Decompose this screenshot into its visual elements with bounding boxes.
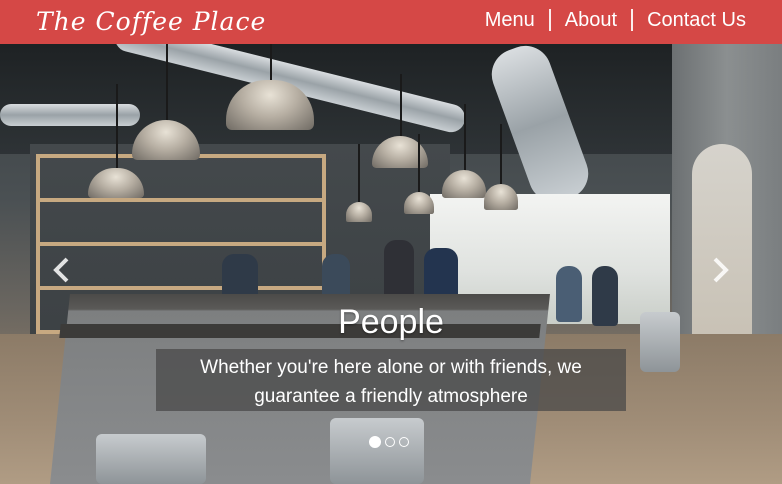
nav-divider bbox=[548, 9, 551, 31]
page: The Coffee Place Menu About Contact Us P… bbox=[0, 0, 782, 484]
nav-about-link[interactable]: About bbox=[565, 6, 617, 34]
nav-divider bbox=[631, 9, 634, 31]
coffee-shop-photo bbox=[0, 44, 782, 484]
carousel-indicators bbox=[369, 436, 409, 448]
slide-caption: Whether you're here alone or with friend… bbox=[156, 353, 626, 411]
slide-caption-line: guarantee a friendly atmosphere bbox=[254, 386, 528, 407]
nav-menu-link[interactable]: Menu bbox=[485, 6, 535, 34]
carousel-indicator-1[interactable] bbox=[369, 436, 381, 448]
chevron-left-icon bbox=[53, 257, 69, 283]
hero-carousel: People Whether you're here alone or with… bbox=[0, 44, 782, 484]
slide-title: People bbox=[338, 303, 444, 341]
carousel-indicator-2[interactable] bbox=[385, 437, 395, 447]
brand-logo[interactable]: The Coffee Place bbox=[36, 6, 266, 38]
site-header: The Coffee Place Menu About Contact Us bbox=[0, 0, 782, 44]
carousel-indicator-3[interactable] bbox=[399, 437, 409, 447]
chevron-right-icon bbox=[713, 257, 729, 283]
main-nav: Menu About Contact Us bbox=[485, 6, 746, 34]
nav-contact-link[interactable]: Contact Us bbox=[647, 6, 746, 34]
carousel-prev-button[interactable] bbox=[50, 256, 74, 284]
carousel-next-button[interactable] bbox=[708, 256, 732, 284]
slide-caption-line: Whether you're here alone or with friend… bbox=[200, 357, 582, 378]
